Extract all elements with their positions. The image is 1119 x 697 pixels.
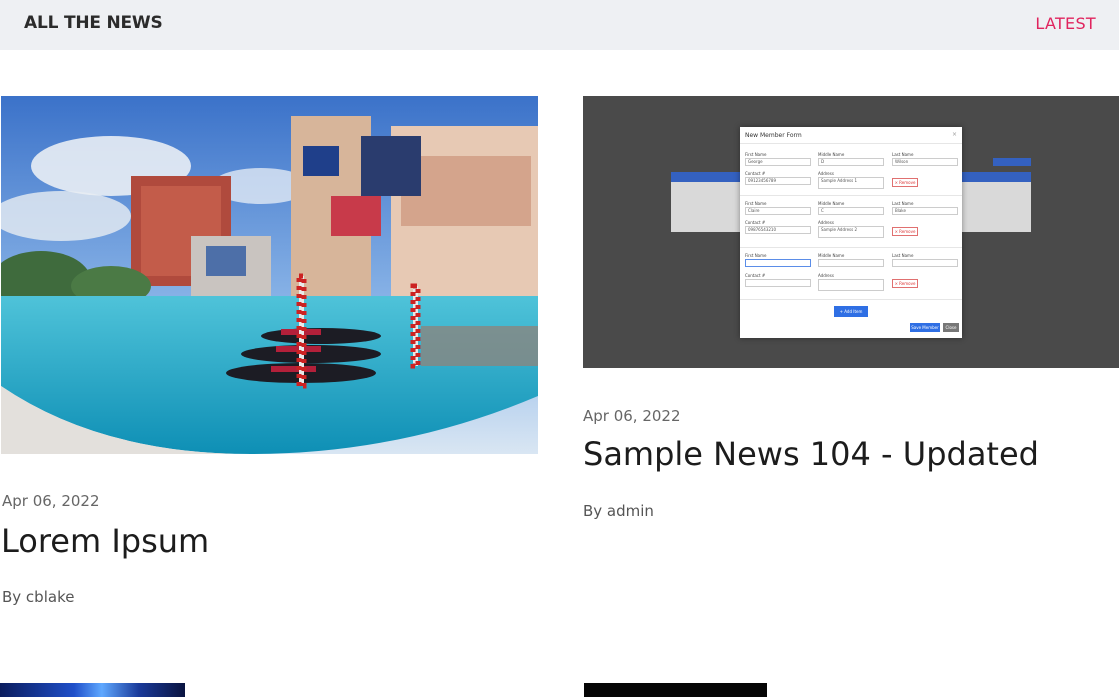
contact-field: 09123456789	[745, 177, 811, 185]
field-label: Contact #	[745, 273, 766, 278]
field-label: Middle Name	[818, 152, 845, 157]
venice-gondola-photo	[1, 96, 538, 454]
divider	[740, 143, 962, 144]
divider	[740, 195, 962, 196]
article-date: Apr 06, 2022	[2, 492, 100, 510]
field-label: Address	[818, 273, 834, 278]
save-member-button-thumb: Save Member	[910, 323, 940, 332]
contact-field: 09876543210	[745, 226, 811, 234]
field-label: Middle Name	[818, 201, 845, 206]
address-field: Sample Address 2	[818, 226, 884, 238]
divider	[740, 299, 962, 300]
last-name-field: Wilson	[892, 158, 958, 166]
address-field	[818, 279, 884, 291]
field-label: Last Name	[892, 152, 914, 157]
remove-button-thumb: × Remove	[892, 227, 918, 236]
divider	[740, 247, 962, 248]
middle-name-field	[818, 259, 884, 267]
article-author: By admin	[583, 502, 654, 520]
close-button-thumb: Close	[943, 323, 959, 332]
field-label: Address	[818, 171, 834, 176]
field-label: First Name	[745, 152, 767, 157]
field-label: Last Name	[892, 201, 914, 206]
field-label: Middle Name	[818, 253, 845, 258]
article-date: Apr 06, 2022	[583, 407, 681, 425]
article-image-form[interactable]: New Member Form × First Name George Midd…	[583, 96, 1119, 368]
first-name-field: George	[745, 158, 811, 166]
middle-name-field: D	[818, 158, 884, 166]
contact-field	[745, 279, 811, 287]
last-name-field: Blake	[892, 207, 958, 215]
add-member-button-thumb	[993, 158, 1031, 166]
news-header-bar: ALL THE NEWS LATEST	[0, 0, 1119, 50]
article-image-venice[interactable]	[1, 96, 538, 454]
middle-name-field: C	[818, 207, 884, 215]
article-image-thumb[interactable]	[584, 683, 767, 697]
article-image-thumb[interactable]	[0, 683, 185, 697]
add-item-button-thumb: + Add Item	[834, 306, 868, 317]
remove-button-thumb: × Remove	[892, 279, 918, 288]
field-label: Contact #	[745, 220, 766, 225]
field-label: First Name	[745, 201, 767, 206]
field-label: First Name	[745, 253, 767, 258]
article-title[interactable]: Sample News 104 - Updated	[583, 435, 1039, 473]
member-form-window: New Member Form × First Name George Midd…	[740, 127, 962, 338]
field-label: Last Name	[892, 253, 914, 258]
first-name-field: Claire	[745, 207, 811, 215]
last-name-field	[892, 259, 958, 267]
article-title[interactable]: Lorem Ipsum	[1, 522, 209, 560]
article-author: By cblake	[2, 588, 75, 606]
field-label: Address	[818, 220, 834, 225]
field-label: Contact #	[745, 171, 766, 176]
close-icon: ×	[951, 131, 957, 138]
form-window-title: New Member Form	[745, 132, 802, 139]
latest-link[interactable]: LATEST	[1035, 14, 1096, 33]
address-field: Sample Address 1	[818, 177, 884, 189]
first-name-field	[745, 259, 811, 267]
remove-button-thumb: × Remove	[892, 178, 918, 187]
section-title: ALL THE NEWS	[24, 13, 163, 33]
